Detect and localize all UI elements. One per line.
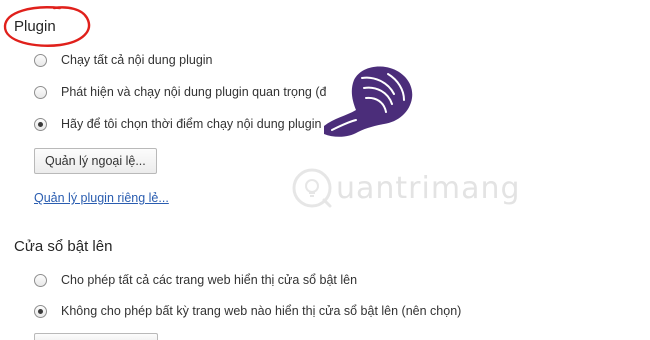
chrome-content-settings: Plugin Chạy tất cả nội dung plugin Phát …	[0, 0, 650, 340]
plugin-option-run-all[interactable]: Chạy tất cả nội dung plugin	[34, 53, 213, 67]
bulb-logo-icon	[292, 168, 332, 208]
popup-option-label: Cho phép tất cả các trang web hiển thị c…	[61, 273, 358, 287]
radio-button[interactable]	[34, 53, 47, 67]
plugin-option-label: Chạy tất cả nội dung plugin	[61, 53, 213, 67]
plugin-option-let-me-choose[interactable]: Hãy để tôi chọn thời điểm chạy nội dung …	[34, 117, 321, 131]
radio-button[interactable]	[34, 273, 47, 287]
pointing-hand-icon	[324, 66, 413, 137]
radio-button-selected[interactable]	[34, 304, 47, 318]
manage-exceptions-button[interactable]: Quản lý ngoại lệ...	[34, 148, 157, 174]
watermark: uantrimang	[290, 166, 521, 210]
plugin-option-label: Phát hiện và chạy nội dung plugin quan t…	[61, 85, 326, 99]
radio-button[interactable]	[34, 85, 47, 99]
watermark-text: uantrimang	[336, 170, 521, 206]
radio-button-selected[interactable]	[34, 117, 47, 131]
popup-option-allow-all[interactable]: Cho phép tất cả các trang web hiển thị c…	[34, 273, 357, 287]
popup-manage-exceptions-button-partial[interactable]	[34, 333, 158, 340]
popup-option-block-all[interactable]: Không cho phép bất kỳ trang web nào hiển…	[34, 304, 461, 318]
plugin-option-label: Hãy để tôi chọn thời điểm chạy nội dung …	[61, 117, 322, 131]
popup-section-heading: Cửa sổ bật lên	[14, 238, 113, 255]
manage-individual-plugins-link[interactable]: Quản lý plugin riêng lẻ...	[34, 191, 169, 205]
plugin-section-heading: Plugin	[14, 18, 56, 35]
popup-option-label: Không cho phép bất kỳ trang web nào hiển…	[61, 304, 462, 318]
plugin-option-detect-important[interactable]: Phát hiện và chạy nội dung plugin quan t…	[34, 85, 326, 99]
